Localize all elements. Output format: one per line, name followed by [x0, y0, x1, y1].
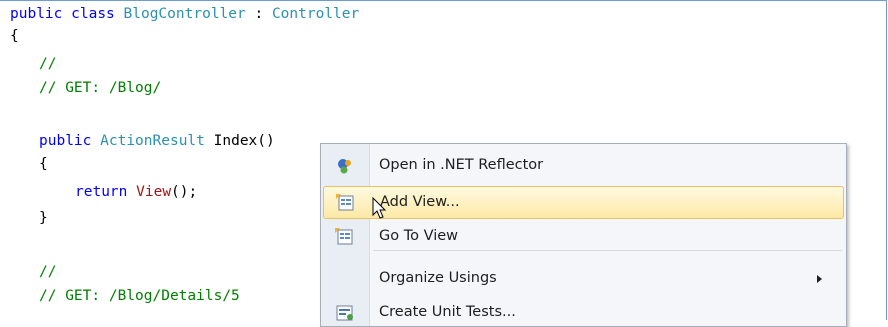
- code-line-method-close-brace: }: [39, 210, 48, 226]
- keyword-public: public: [39, 133, 92, 149]
- code-line-comment-get-details: // GET: /Blog/Details/5: [39, 288, 240, 304]
- keyword-public: public: [10, 6, 63, 22]
- menu-item-organize-usings[interactable]: Organize Usings: [323, 263, 844, 296]
- base-class-name: Controller: [271, 6, 360, 22]
- menu-item-label: Open in .NET Reflector: [379, 157, 544, 173]
- keyword-class: class: [71, 6, 115, 22]
- context-menu: Open in .NET Reflector Add View... Go To…: [320, 143, 847, 327]
- menu-item-open-in-reflector[interactable]: Open in .NET Reflector: [323, 150, 844, 183]
- mouse-pointer-icon: [372, 196, 388, 221]
- class-name: BlogController: [123, 6, 246, 22]
- go-to-view-icon: [335, 228, 355, 246]
- menu-item-label: Add View...: [380, 194, 460, 210]
- code-line-comment-get-blog: // GET: /Blog/: [39, 80, 162, 96]
- menu-item-label: Create Unit Tests...: [379, 304, 516, 320]
- code-line-return-statement: return View();: [75, 182, 197, 202]
- code-line-open-brace: {: [10, 28, 19, 44]
- method-name: Index(): [213, 133, 275, 149]
- submenu-arrow-icon: [817, 275, 822, 283]
- menu-separator: [373, 250, 842, 251]
- menu-item-label: Organize Usings: [379, 270, 497, 286]
- code-line-class-declaration: public class BlogController : Controller: [10, 4, 359, 24]
- method-call: View: [136, 184, 172, 200]
- call-parens: ();: [171, 184, 198, 200]
- menu-item-create-unit-tests[interactable]: Create Unit Tests...: [323, 297, 844, 326]
- add-view-icon: [336, 194, 356, 212]
- code-line-method-open-brace: {: [39, 156, 48, 172]
- keyword-return: return: [75, 184, 128, 200]
- menu-item-add-view[interactable]: Add View...: [323, 186, 844, 219]
- code-line-index-method: public ActionResult Index(): [39, 131, 275, 151]
- code-line-comment-2: //: [39, 264, 57, 280]
- menu-item-label: Go To View: [379, 228, 458, 244]
- return-type: ActionResult: [100, 133, 205, 149]
- reflector-icon: [335, 157, 355, 175]
- unit-tests-icon: [335, 304, 355, 322]
- code-line-comment: //: [39, 56, 57, 72]
- inheritance-colon: :: [245, 6, 272, 22]
